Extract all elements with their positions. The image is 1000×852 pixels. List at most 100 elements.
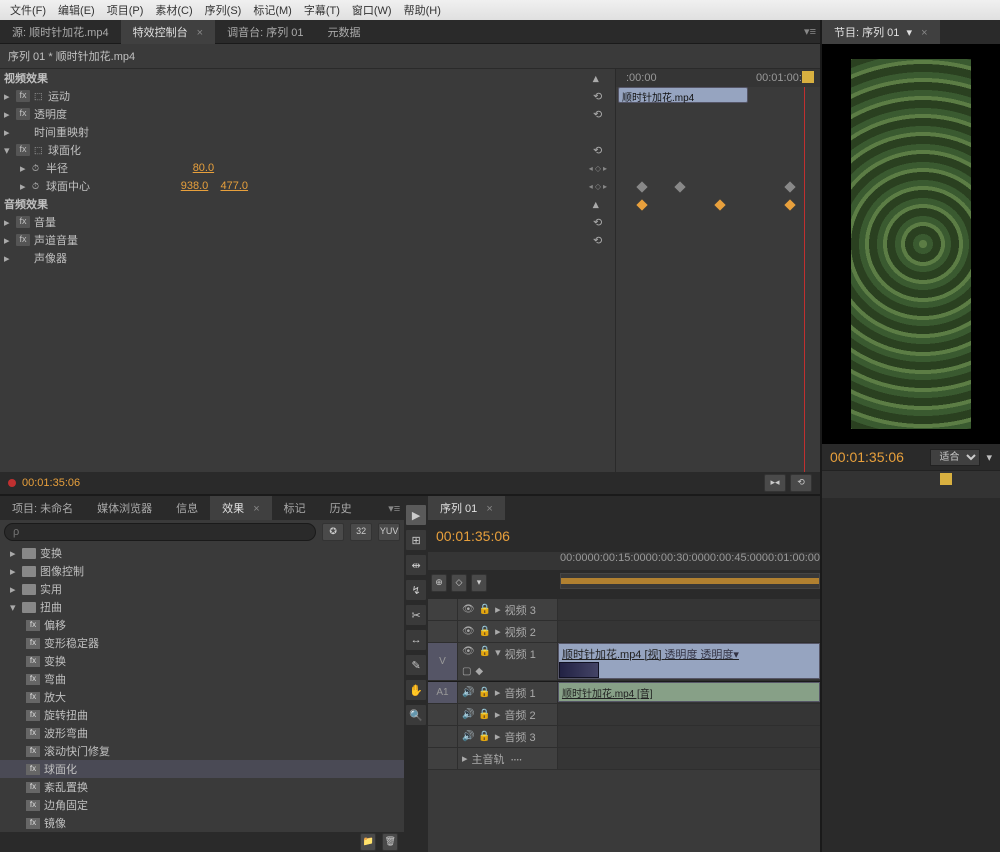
tab-metadata[interactable]: 元数据	[315, 20, 372, 44]
reset-icon[interactable]: ⟲	[593, 144, 607, 157]
close-icon[interactable]: ×	[253, 503, 259, 515]
reset-icon[interactable]: ⟲	[593, 216, 607, 229]
effect-turbulent[interactable]: fx紊乱置换	[0, 778, 404, 796]
track-patch-v1[interactable]: V	[428, 643, 458, 680]
snap-icon[interactable]: ⊕	[431, 574, 447, 592]
loop-icon[interactable]: ⟲	[790, 474, 812, 492]
folder-utility[interactable]: ▸实用	[0, 580, 404, 598]
menu-marker[interactable]: 标记(M)	[247, 0, 298, 20]
keyframe-nav[interactable]: ◂◇▸	[589, 164, 607, 173]
panel-menu-icon[interactable]: ▾≡	[388, 502, 400, 515]
track-header-v1[interactable]: 👁🔒▾视频 1 ▢◆	[458, 643, 558, 680]
effect-offset[interactable]: fx偏移	[0, 616, 404, 634]
track-header-master[interactable]: ▸主音轨᠁	[458, 748, 558, 769]
tab-sequence[interactable]: 序列 01 ×	[428, 496, 505, 520]
twirl-icon[interactable]: ▾	[4, 144, 14, 157]
tab-program-monitor[interactable]: 节目: 序列 01 ▾ ×	[822, 20, 940, 44]
timeline-timecode[interactable]: 00:01:35:06	[436, 528, 510, 544]
menu-clip[interactable]: 素材(C)	[149, 0, 198, 20]
fx-accelerated-icon[interactable]: ✪	[322, 523, 344, 541]
param-center-y[interactable]: 477.0	[221, 180, 249, 192]
reset-icon[interactable]: ⟲	[593, 234, 607, 247]
folder-transform[interactable]: ▸变换	[0, 544, 404, 562]
fx-32bit-icon[interactable]: 32	[350, 523, 372, 541]
timeline-clip-audio[interactable]: 顺时针加花.mp4 [音]	[558, 682, 820, 702]
track-header-v3[interactable]: 👁🔒▸视频 3	[458, 599, 558, 620]
timeline-clip-video[interactable]: 顺时针加花.mp4 [视] 透明度 透明度▾	[558, 643, 820, 679]
param-center-x[interactable]: 938.0	[181, 180, 209, 192]
tab-source[interactable]: 源: 顺时针加花.mp4	[0, 20, 121, 44]
section-toggle-icon[interactable]: ▴	[593, 72, 607, 85]
track-patch-a2[interactable]	[428, 704, 458, 725]
effect-motion[interactable]: 运动	[48, 88, 70, 104]
close-icon[interactable]: ×	[921, 27, 927, 39]
twirl-icon[interactable]: ▸	[4, 108, 14, 121]
effect-panner[interactable]: 声像器	[34, 250, 67, 266]
tool-track-select[interactable]: ⊞	[405, 529, 427, 551]
effect-volume[interactable]: 音量	[34, 214, 56, 230]
delete-icon[interactable]: 🗑	[382, 833, 398, 851]
tab-info[interactable]: 信息	[164, 496, 210, 520]
tool-selection[interactable]: ▶	[405, 504, 427, 526]
tool-hand[interactable]: ✋	[405, 679, 427, 701]
reset-icon[interactable]: ⟲	[593, 90, 607, 103]
keyframe-icon[interactable]	[674, 181, 685, 192]
keyframe-icon[interactable]	[714, 199, 725, 210]
effect-time-remap[interactable]: 时间重映射	[34, 124, 89, 140]
effects-search-input[interactable]	[4, 523, 316, 541]
program-ruler[interactable]	[822, 470, 1000, 498]
close-icon[interactable]: ×	[486, 503, 492, 515]
stopwatch-icon[interactable]: ⏱	[32, 163, 44, 174]
tab-audio-mixer[interactable]: 调音台: 序列 01	[215, 20, 315, 44]
keyframe-icon[interactable]	[784, 181, 795, 192]
effect-mirror[interactable]: fx镜像	[0, 814, 404, 832]
playhead-line[interactable]	[804, 87, 805, 472]
track-header-a2[interactable]: 🔊🔒▸音频 2	[458, 704, 558, 725]
tab-history[interactable]: 历史	[318, 496, 364, 520]
twirl-icon[interactable]: ▸	[4, 234, 14, 247]
twirl-icon[interactable]: ▸	[20, 162, 30, 175]
keyframe-icon[interactable]	[636, 199, 647, 210]
playhead-icon[interactable]	[940, 473, 952, 485]
effect-transform[interactable]: fx变换	[0, 652, 404, 670]
menu-window[interactable]: 窗口(W)	[346, 0, 398, 20]
tab-media-browser[interactable]: 媒体浏览器	[85, 496, 164, 520]
reset-icon[interactable]: ⟲	[593, 108, 607, 121]
twirl-icon[interactable]: ▸	[20, 180, 30, 193]
program-timecode[interactable]: 00:01:35:06	[830, 449, 904, 465]
menu-help[interactable]: 帮助(H)	[398, 0, 447, 20]
tool-razor[interactable]: ✂	[405, 604, 427, 626]
track-patch-a1[interactable]: A1	[428, 682, 458, 703]
effect-opacity[interactable]: 透明度	[34, 106, 67, 122]
panel-menu-icon[interactable]: ▾≡	[804, 25, 816, 38]
effect-spherize[interactable]: 球面化	[48, 142, 81, 158]
tool-pen[interactable]: ✎	[405, 654, 427, 676]
tool-rate-stretch[interactable]: ↯	[405, 579, 427, 601]
tab-effects[interactable]: 效果 ×	[210, 496, 272, 520]
marker-icon[interactable]: ◇	[451, 574, 467, 592]
tool-slip[interactable]: ↔	[405, 629, 427, 651]
effect-channel-volume[interactable]: 声道音量	[34, 232, 78, 248]
param-radius-value[interactable]: 80.0	[193, 162, 214, 174]
track-header-v2[interactable]: 👁🔒▸视频 2	[458, 621, 558, 642]
track-header-a3[interactable]: 🔊🔒▸音频 3	[458, 726, 558, 747]
tab-project[interactable]: 项目: 未命名	[0, 496, 85, 520]
menu-project[interactable]: 项目(P)	[101, 0, 150, 20]
keyframe-icon[interactable]	[784, 199, 795, 210]
effect-wave-warp[interactable]: fx波形弯曲	[0, 724, 404, 742]
chevron-down-icon[interactable]: ▾	[986, 451, 992, 464]
tab-effect-controls[interactable]: 特效控制台 ×	[121, 20, 216, 44]
stopwatch-icon[interactable]: ⏱	[32, 181, 44, 192]
effect-bend[interactable]: fx弯曲	[0, 670, 404, 688]
track-patch-v3[interactable]	[428, 599, 458, 620]
keyframe-nav[interactable]: ◂◇▸	[589, 182, 607, 191]
track-patch-v2[interactable]	[428, 621, 458, 642]
track-patch-a3[interactable]	[428, 726, 458, 747]
work-area-bar[interactable]: ⊕ ◇ ▾	[560, 573, 820, 589]
twirl-icon[interactable]: ▸	[4, 252, 14, 265]
menu-sequence[interactable]: 序列(S)	[199, 0, 248, 20]
playhead-icon[interactable]	[802, 71, 814, 83]
effect-warp-stabilizer[interactable]: fx变形稳定器	[0, 634, 404, 652]
effect-rolling-shutter[interactable]: fx滚动快门修复	[0, 742, 404, 760]
new-bin-icon[interactable]: 📁	[360, 833, 376, 851]
